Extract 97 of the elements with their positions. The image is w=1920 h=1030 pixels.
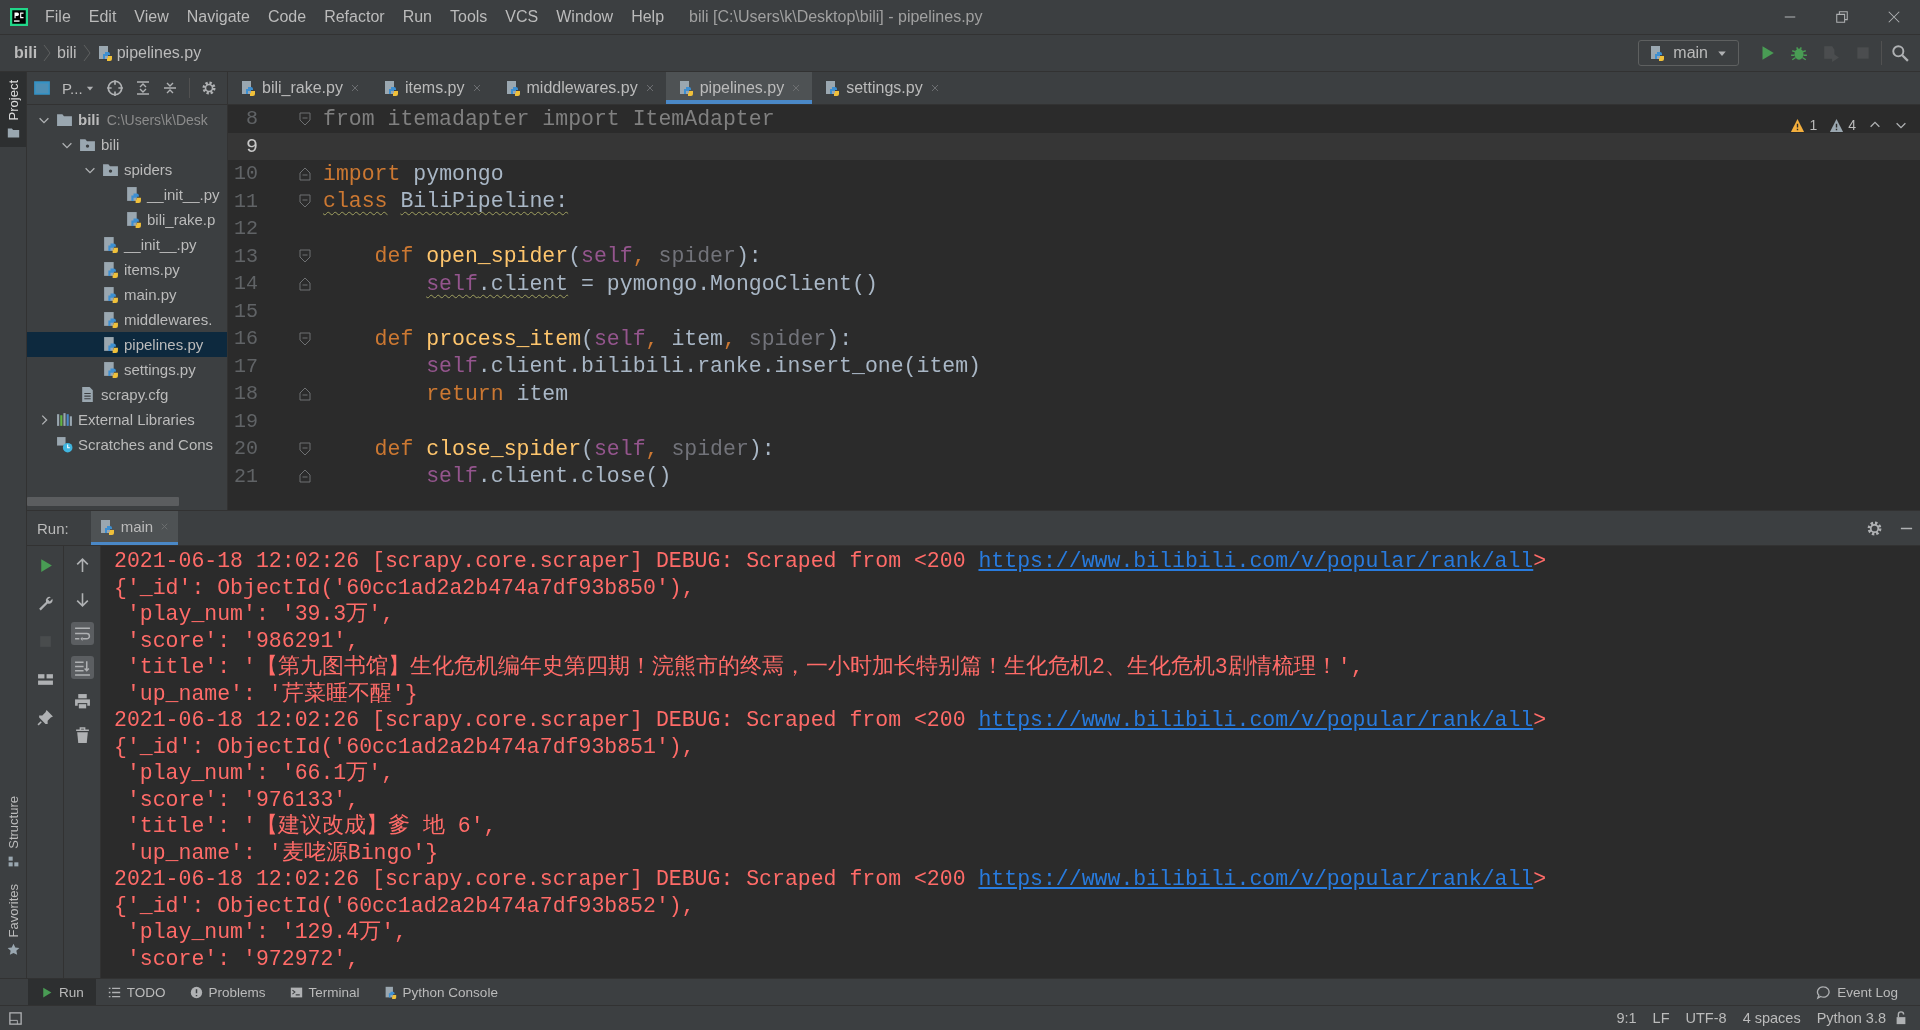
editor-tab[interactable]: bili_rake.py [228,72,371,104]
status-item[interactable]: UTF-8 [1677,1010,1735,1026]
code-line: from itemadapter import ItemAdapter [323,106,775,131]
console-line: 'score': '986291', [125,627,361,654]
editor-tab[interactable]: pipelines.py [665,72,813,104]
tree-item[interactable]: bili [27,132,227,157]
url-link[interactable]: https://www.bilibili.com/v/popular/rank/all [978,549,1534,573]
tool-window-button[interactable]: TODO [95,979,178,1005]
code-line: return item [425,381,569,406]
tree-item[interactable]: items.py [27,257,227,282]
run-tab[interactable]: main [90,511,179,545]
event-log-button[interactable]: Event Log [1804,979,1910,1005]
tree-item[interactable]: spiders [27,157,227,182]
tree-item[interactable]: main.py [27,282,227,307]
line-number: 13 [233,244,258,268]
url-link[interactable]: https://www.bilibili.com/v/popular/rank/all [978,867,1534,891]
line-number: 8 [245,107,258,131]
menu-item[interactable]: Navigate [177,4,259,30]
tree-item[interactable]: Scratches and Cons [27,432,227,457]
window-title: bili [C:\Users\k\Desktop\bili] - pipelines.py [689,8,984,26]
breadcrumb[interactable]: bili [57,44,77,62]
line-number: 16 [233,327,258,351]
status-item[interactable]: 4 spaces [1734,1010,1809,1026]
console-line: 'title': '【建议改成】爹 地 6', [125,813,498,840]
line-number: 15 [233,299,258,323]
menu-item[interactable]: File [36,4,80,30]
line-number: 14 [233,272,258,296]
panel-title: Run: [37,519,69,537]
tree-item[interactable]: bili C:\Users\k\Desk [27,107,227,132]
line-number: 19 [233,409,258,433]
tree-item[interactable]: middlewares. [27,307,227,332]
console-line: 'up_name': '麦咾源Bingo'} [125,839,440,866]
line-number: 9 [245,134,258,158]
inspection-count[interactable]: 4 [1829,117,1856,133]
menu-item[interactable]: Code [258,4,316,30]
code-line: self.client.close() [425,464,672,489]
menu-item[interactable]: VCS [496,4,548,30]
console-line: 2021-06-18 12:02:26 [scrapy.core.scraper] DEBUG: Scraped from <200 https://www.bilibili.com/v/popular/rank/all> [114,548,1548,575]
code-line: self.client.bilibili.ranke.insert_one(item) [425,354,981,379]
console-line: {'_id': ObjectId('60cc1ad2a2b474a7df93b852'), [114,892,696,919]
tool-window-tab[interactable]: Favorites [0,875,26,964]
console-line: 'play_num': '66.1万', [125,760,396,787]
code-line: def close_spider(self, spider): [373,436,775,461]
status-item[interactable]: LF [1644,1010,1678,1026]
line-number: 20 [233,437,258,461]
line-number: 18 [233,382,258,406]
console-line: 2021-06-18 12:02:26 [scrapy.core.scraper] DEBUG: Scraped from <200 https://www.bilibili.com/v/popular/rank/all> [114,866,1548,893]
console-line: 'score': '972972', [125,945,361,972]
tree-item[interactable]: __init__.py [27,232,227,257]
inspection-count[interactable]: 1 [1790,117,1818,133]
console-line: {'_id': ObjectId('60cc1ad2a2b474a7df93b851'), [114,733,696,760]
code-line: self.client = pymongo.MongoClient() [425,271,878,296]
menu-item[interactable]: Help [622,4,674,30]
console-line: {'_id': ObjectId('60cc1ad2a2b474a7df93b850'), [114,574,696,601]
editor-tab[interactable]: middlewares.py [492,72,666,104]
tool-window-button[interactable]: Run [28,979,96,1005]
run-configuration-dropdown[interactable]: main [1638,40,1739,66]
tree-item[interactable]: settings.py [27,357,227,382]
code-line: class BiliPipeline: [323,189,569,214]
line-number: 10 [233,162,258,186]
url-link[interactable]: https://www.bilibili.com/v/popular/rank/all [978,708,1534,732]
menu-item[interactable]: View [125,4,178,30]
console-line: 2021-06-18 12:02:26 [scrapy.core.scraper] DEBUG: Scraped from <200 https://www.bilibili.com/v/popular/rank/all> [114,707,1548,734]
menu-item[interactable]: Window [547,4,623,30]
console-line: 'score': '976133', [125,786,361,813]
menu-item[interactable]: Run [393,4,441,30]
tree-item[interactable]: scrapy.cfg [27,382,227,407]
menu-item[interactable]: Tools [441,4,497,30]
tree-item[interactable]: External Libraries [27,407,227,432]
menu-item[interactable]: Refactor [315,4,394,30]
code-line: def open_spider(self, spider): [373,244,762,269]
line-number: 11 [233,189,258,213]
editor-tab[interactable]: items.py [370,72,493,104]
line-number: 21 [233,464,258,488]
tool-window-button[interactable]: Problems [177,979,278,1005]
tool-window-button[interactable]: Python Console [371,979,510,1005]
view-selector[interactable]: P... [62,79,95,97]
menu-item[interactable]: Edit [79,4,126,30]
console-line: 'play_num': '39.3万', [125,601,396,628]
code-line: import pymongo [323,161,504,186]
tool-window-tab[interactable]: Project [0,72,26,148]
status-item[interactable]: Python 3.8 [1808,1010,1894,1026]
status-item[interactable]: 9:1 [1608,1010,1645,1026]
tree-item[interactable]: bili_rake.p [27,207,227,232]
tool-window-tab[interactable]: Structure [0,787,26,876]
line-number: 12 [233,217,258,241]
breadcrumb[interactable]: bili [14,44,38,62]
console-line: 'title': '【第九图书馆】生化危机编年史第四期！浣熊市的终焉，一小时加长特别篇！生化危机2、生化危机3剧情梳理！', [125,654,1365,681]
code-line: def process_item(self, item, spider): [373,326,853,351]
tree-item[interactable]: pipelines.py [27,332,227,357]
editor-tab[interactable]: settings.py [812,72,951,104]
console-line: 'play_num': '129.4万', [125,919,408,946]
tool-window-button[interactable]: Terminal [277,979,372,1005]
console-line: 'up_name': '芹菜睡不醒'} [125,680,419,707]
tree-item[interactable]: __init__.py [27,182,227,207]
line-number: 17 [233,354,258,378]
breadcrumb[interactable]: pipelines.py [96,44,202,62]
